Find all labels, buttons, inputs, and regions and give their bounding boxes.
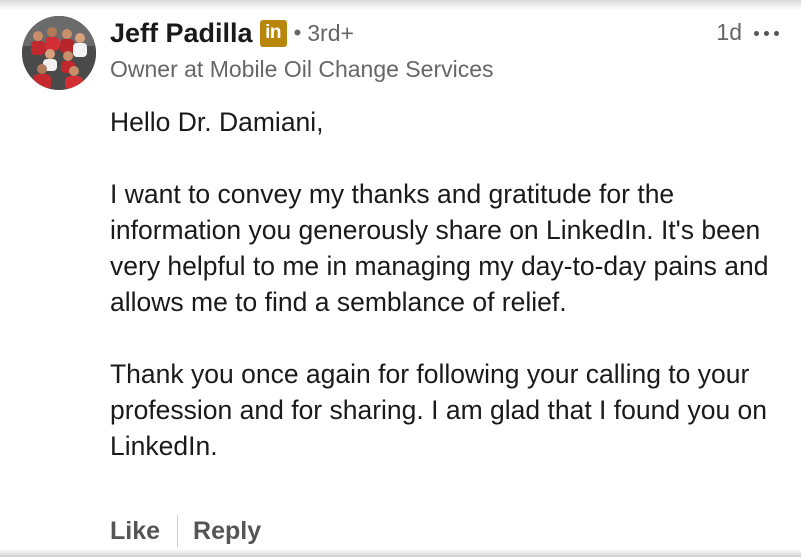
avatar[interactable] (22, 16, 96, 90)
like-button[interactable]: Like (110, 517, 160, 546)
author-name[interactable]: Jeff Padilla (110, 18, 253, 49)
author-row: Jeff Padilla in • 3rd+ (110, 16, 354, 50)
bottom-edge-shadow (0, 549, 801, 557)
separator-dot: • (293, 20, 302, 45)
author-headline: Owner at Mobile Oil Change Services (110, 56, 494, 82)
comment-timestamp: 1d (716, 19, 742, 45)
comment-paragraph: Thank you once again for following your … (110, 359, 768, 461)
comment-greeting: Hello Dr. Damiani, (110, 107, 324, 137)
comment-header: Jeff Padilla in • 3rd+ Owner at Mobile O… (110, 16, 782, 86)
connection-degree: 3rd+ (307, 19, 354, 46)
comment-body: Hello Dr. Damiani, I want to convey my t… (110, 104, 782, 464)
action-divider (177, 515, 179, 547)
comment-paragraph: I want to convey my thanks and gratitude… (110, 179, 769, 317)
group-photo-icon (22, 16, 96, 90)
reply-button[interactable]: Reply (193, 517, 261, 546)
comment-screenshot: Jeff Padilla in • 3rd+ Owner at Mobile O… (0, 0, 801, 557)
linkedin-badge-icon: in (259, 19, 287, 47)
more-horizontal-icon[interactable] (752, 22, 782, 46)
comment-actions: Like Reply (110, 511, 261, 551)
top-edge-shadow (0, 0, 801, 10)
